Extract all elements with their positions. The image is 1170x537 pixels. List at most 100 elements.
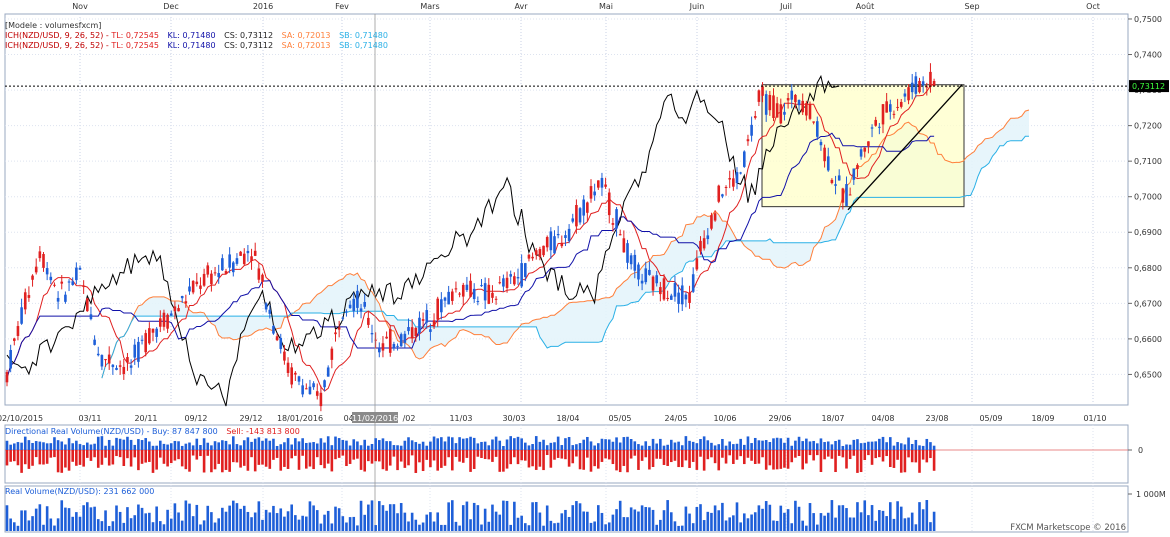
candle-body — [834, 184, 837, 186]
buy-volume-bar — [633, 441, 637, 450]
buy-volume-bar — [921, 445, 925, 450]
buy-volume-bar — [217, 442, 220, 450]
candle-body — [253, 250, 257, 256]
sell-volume-bar — [856, 450, 859, 473]
sell-volume-bar — [739, 450, 742, 457]
candle-body — [461, 284, 465, 297]
watermark: FXCM Marketscope © 2016 — [1010, 523, 1126, 533]
sell-volume-bar — [874, 450, 877, 459]
sell-volume-bar — [502, 450, 505, 472]
buy-volume-bar — [199, 445, 202, 450]
real-volume-bar — [275, 513, 279, 531]
buy-volume-bar — [743, 444, 746, 450]
sell-volume-bar — [93, 450, 96, 458]
candle-body — [768, 94, 772, 111]
sell-volume-bar — [381, 450, 385, 470]
buy-volume-bar — [432, 436, 436, 450]
buy-volume-bar — [611, 441, 615, 450]
sell-volume-bar — [498, 450, 502, 472]
sell-volume-bar — [334, 450, 337, 460]
real-volume-bar — [107, 525, 111, 531]
candle-body — [184, 301, 188, 304]
buy-volume-bar — [144, 438, 147, 450]
real-volume-bar — [553, 523, 556, 531]
candle-body — [889, 104, 892, 112]
real-volume-bar — [874, 520, 877, 531]
candle-body — [396, 345, 399, 347]
candle-body — [600, 177, 604, 188]
candle-body — [210, 273, 213, 285]
real-volume-bar — [717, 510, 721, 531]
sell-volume-bar — [615, 450, 618, 471]
real-volume-bar — [294, 515, 297, 531]
real-volume-bar — [903, 518, 907, 531]
candle-body — [699, 240, 702, 252]
buy-volume-bar — [480, 441, 483, 450]
real-volume-bar — [356, 525, 359, 531]
sell-volume-bar — [378, 450, 381, 462]
candle-body — [294, 372, 297, 375]
candle-body — [151, 328, 155, 333]
real-volume-bar — [392, 504, 396, 531]
buy-volume-bar — [622, 437, 626, 450]
real-volume-bar — [45, 506, 49, 531]
candle-body — [808, 104, 812, 119]
real-volume-bar — [509, 524, 512, 531]
candle-body — [542, 245, 545, 256]
price-chart[interactable]: Nov Dec 2016 Fev Mars Avr Mai Juin Juil Août Sep Oc… — [0, 0, 1170, 533]
buy-volume-bar — [312, 442, 315, 450]
buy-volume-bar — [797, 436, 801, 450]
real-volume-bar — [374, 525, 377, 531]
candle-body — [545, 237, 549, 248]
candle-body — [144, 333, 147, 353]
candle-body — [801, 100, 804, 113]
legend-2-sa: SA: 0,72013 — [282, 31, 331, 40]
sell-volume-bar — [710, 450, 713, 458]
candle-body — [272, 325, 275, 334]
sell-volume-bar — [341, 450, 345, 456]
real-volume-bar — [710, 512, 713, 531]
buy-volume-bar — [586, 436, 589, 450]
real-volume-bar — [666, 500, 669, 531]
real-volume-bar — [49, 518, 53, 531]
real-volume-bar — [213, 522, 217, 531]
price-tick-label: 0,7200 — [1134, 122, 1162, 131]
sell-volume-bar — [757, 450, 761, 464]
sell-volume-bar — [180, 450, 184, 467]
candle-body — [757, 90, 761, 102]
buy-volume-bar — [115, 437, 118, 450]
sell-volume-bar — [235, 450, 239, 463]
buy-volume-bar — [932, 445, 936, 450]
legend-2-tl: TL: 0,72545 — [110, 31, 159, 40]
buy-volume-bar — [184, 443, 188, 450]
buy-volume-bar — [166, 444, 169, 450]
candle-body — [100, 355, 104, 367]
candle-body — [805, 103, 808, 116]
real-volume-bar — [932, 511, 936, 531]
real-volume-bar — [378, 501, 381, 531]
candle-body — [137, 341, 140, 362]
buy-volume-bar — [618, 442, 622, 450]
buy-volume-bar — [341, 439, 345, 450]
sell-volume-bar — [374, 450, 377, 462]
buy-volume-bar — [476, 443, 480, 450]
candle-body — [403, 333, 407, 343]
buy-volume-bar — [191, 445, 195, 450]
real-volume-bar — [925, 500, 929, 531]
candle-body — [166, 314, 169, 329]
candle-body — [498, 282, 502, 284]
real-volume-bar — [246, 511, 250, 531]
real-volume-bar — [651, 509, 655, 531]
sell-volume-bar — [242, 450, 246, 466]
candle-body — [476, 301, 480, 303]
real-volume-bar — [381, 505, 385, 531]
candle-body — [370, 332, 374, 335]
sell-volume-bar — [177, 450, 180, 460]
real-volume-bar — [425, 514, 429, 531]
sell-volume-bar — [217, 450, 220, 464]
buy-volume-bar — [538, 441, 542, 450]
candle-body — [82, 286, 85, 288]
real-volume-bar — [421, 522, 425, 531]
real-volume-panel — [5, 493, 1132, 531]
candle-body — [534, 250, 538, 255]
